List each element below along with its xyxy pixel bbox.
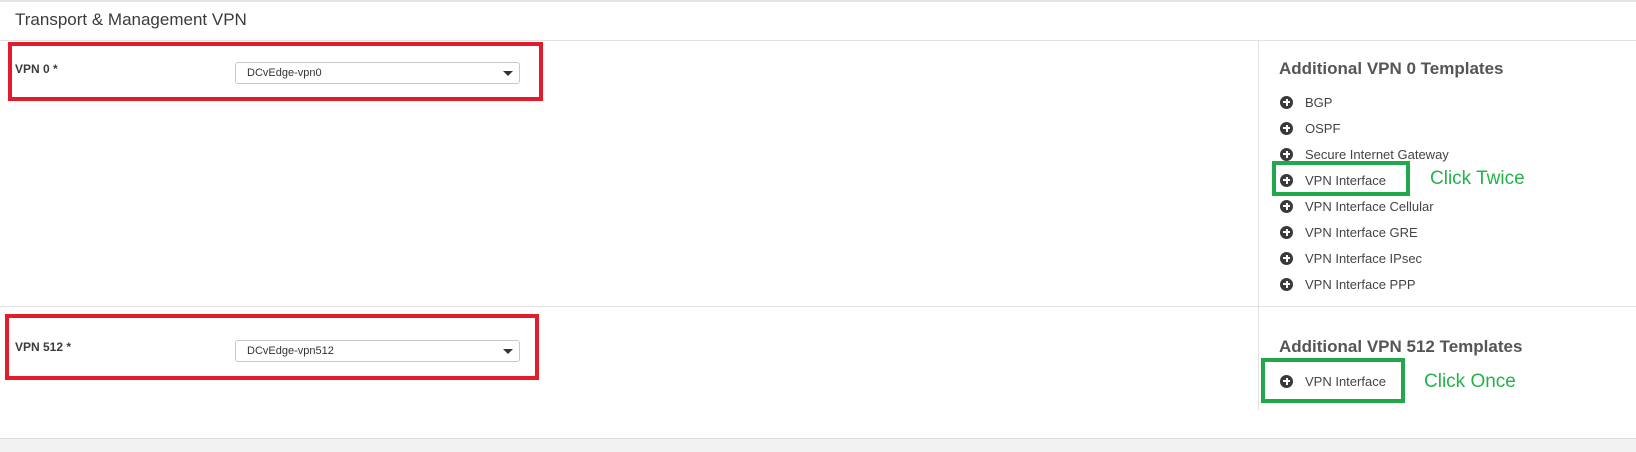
vpn0-template-bgp[interactable]: BGP xyxy=(1280,89,1449,115)
section-title: Transport & Management VPN xyxy=(15,10,247,29)
template-label: OSPF xyxy=(1305,120,1341,136)
template-label: VPN Interface GRE xyxy=(1305,224,1418,240)
vpn0-select[interactable]: DCvEdge-vpn0 xyxy=(235,62,520,84)
plus-circle-icon xyxy=(1280,374,1293,388)
click-twice-annotation: Click Twice xyxy=(1430,168,1525,189)
vpn0-template-ospf[interactable]: OSPF xyxy=(1280,115,1449,141)
vpn0-template-secure-internet-gateway[interactable]: Secure Internet Gateway xyxy=(1280,141,1449,167)
plus-circle-icon xyxy=(1280,251,1293,265)
template-label: Secure Internet Gateway xyxy=(1305,146,1449,162)
chevron-down-icon xyxy=(503,349,513,354)
vpn0-template-list: BGP OSPF Secure Internet Gateway VPN Int… xyxy=(1280,89,1449,297)
template-label: VPN Interface xyxy=(1305,172,1386,188)
plus-circle-icon xyxy=(1280,173,1293,187)
footer-band xyxy=(0,438,1636,452)
click-once-annotation: Click Once xyxy=(1424,371,1516,392)
column-divider xyxy=(1258,41,1259,306)
vpn0-template-vpn-interface[interactable]: VPN Interface xyxy=(1280,167,1449,193)
column-divider xyxy=(1258,307,1259,410)
template-label: VPN Interface PPP xyxy=(1305,276,1416,292)
vpn0-template-vpn-interface-ppp[interactable]: VPN Interface PPP xyxy=(1280,271,1449,297)
template-label: VPN Interface xyxy=(1305,373,1386,389)
vpn0-template-vpn-interface-ipsec[interactable]: VPN Interface IPsec xyxy=(1280,245,1449,271)
plus-circle-icon xyxy=(1280,199,1293,213)
divider xyxy=(0,40,1636,41)
vpn512-select[interactable]: DCvEdge-vpn512 xyxy=(235,340,520,362)
vpn512-label: VPN 512 * xyxy=(15,340,72,354)
vpn512-template-list: VPN Interface xyxy=(1280,368,1386,394)
vpn512-select-value: DCvEdge-vpn512 xyxy=(247,345,334,357)
top-border xyxy=(0,0,1636,2)
vpn512-templates-title: Additional VPN 512 Templates xyxy=(1279,337,1523,356)
template-label: BGP xyxy=(1305,94,1333,110)
template-label: VPN Interface Cellular xyxy=(1305,198,1434,214)
plus-circle-icon xyxy=(1280,95,1293,109)
plus-circle-icon xyxy=(1280,147,1293,161)
vpn0-select-value: DCvEdge-vpn0 xyxy=(247,67,322,79)
plus-circle-icon xyxy=(1280,121,1293,135)
vpn0-label: VPN 0 * xyxy=(15,62,58,76)
chevron-down-icon xyxy=(503,71,513,76)
vpn0-template-vpn-interface-gre[interactable]: VPN Interface GRE xyxy=(1280,219,1449,245)
vpn0-templates-title: Additional VPN 0 Templates xyxy=(1279,59,1504,78)
vpn0-template-vpn-interface-cellular[interactable]: VPN Interface Cellular xyxy=(1280,193,1449,219)
plus-circle-icon xyxy=(1280,277,1293,291)
plus-circle-icon xyxy=(1280,225,1293,239)
vpn512-template-vpn-interface[interactable]: VPN Interface xyxy=(1280,368,1386,394)
divider xyxy=(0,306,1636,307)
template-label: VPN Interface IPsec xyxy=(1305,250,1423,266)
